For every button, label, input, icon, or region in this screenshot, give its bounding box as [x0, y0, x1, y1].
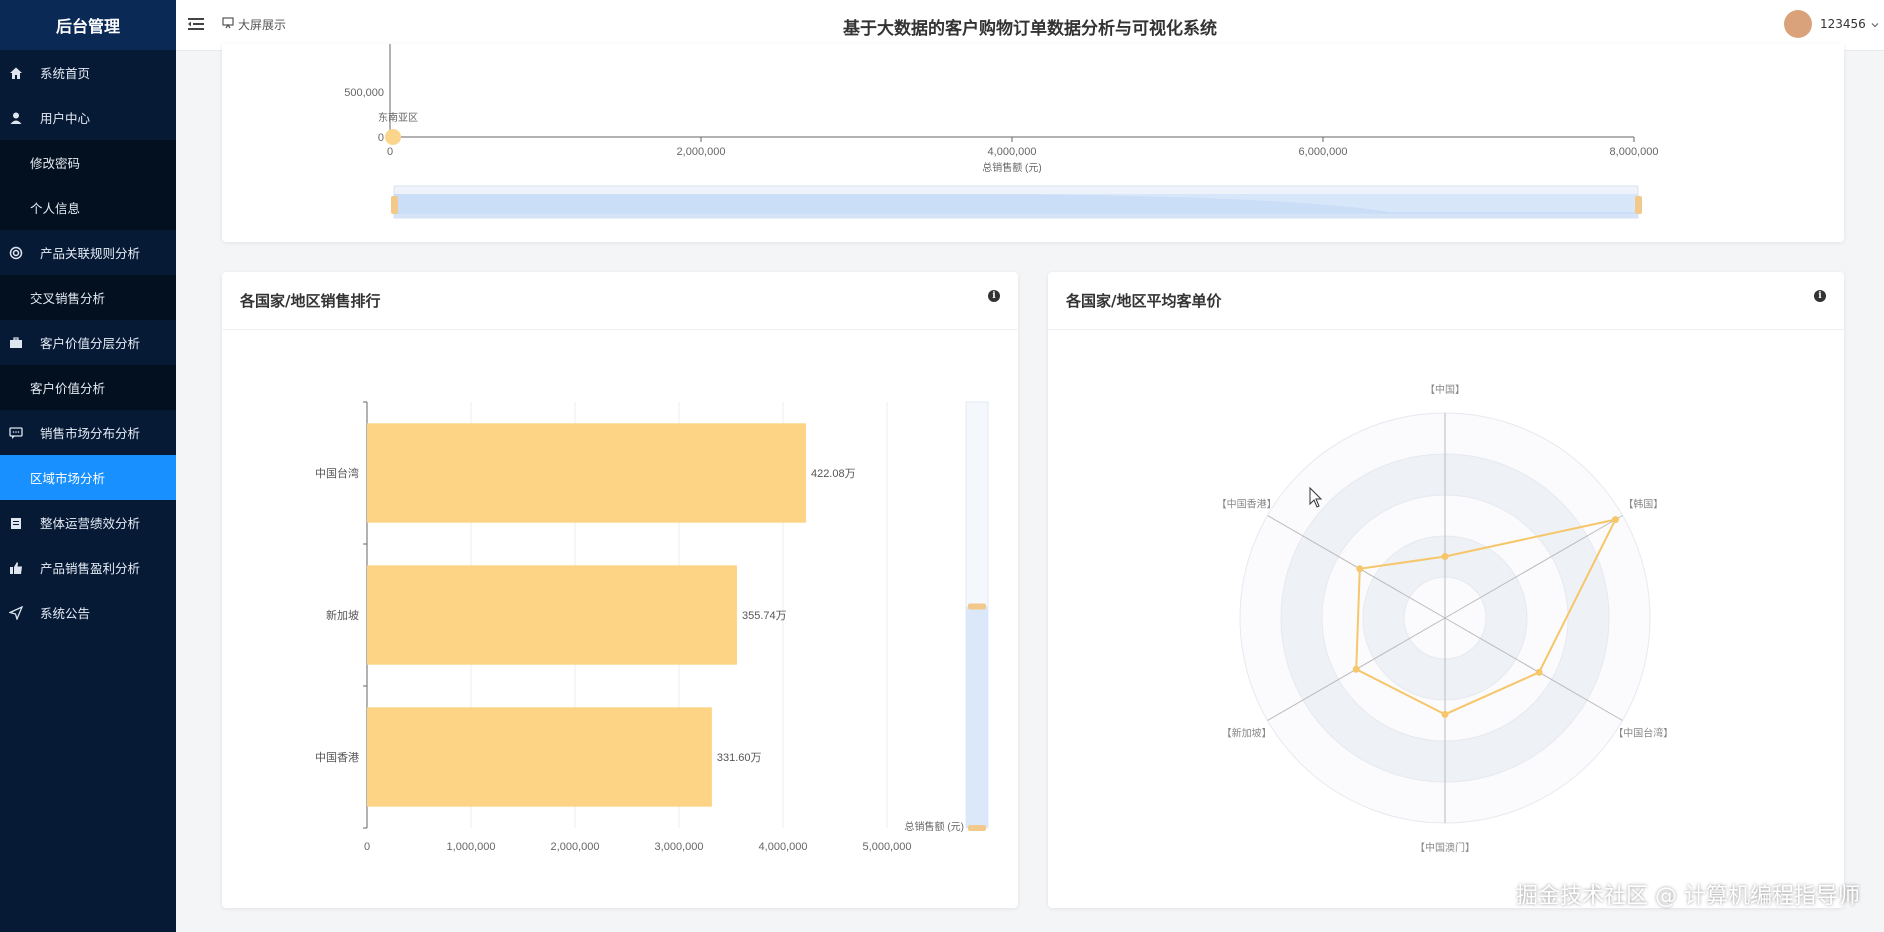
bar	[367, 565, 737, 665]
x-tick-label: 4,000,000	[988, 146, 1037, 158]
sidebar: 后台管理 系统首页 用户中心 修改密码 个人信息 产品关联规则分析 交叉销售分析 客户价值分…	[0, 0, 176, 932]
page-title: 基于大数据的客户购物订单数据分析与可视化系统	[843, 19, 1217, 39]
sidebar-item-label: 系统首页	[40, 66, 91, 81]
sidebar-item-0[interactable]: 系统首页	[0, 50, 176, 95]
sidebar-item-5[interactable]: 交叉销售分析	[0, 275, 176, 320]
x-tick-label: 2,000,000	[677, 146, 726, 158]
radar-point	[1611, 516, 1619, 524]
sidebar-item-8[interactable]: 销售市场分布分析	[0, 410, 176, 455]
radar-card: 各国家/地区平均客单价 i 【中国】 【韩国】 【中国台湾】 【中国澳门】 【新加坡】【…	[1048, 272, 1844, 908]
circle-icon	[8, 245, 24, 261]
sidebar-item-label: 交叉销售分析	[30, 291, 106, 306]
bar	[367, 707, 712, 807]
y-tick-label: 0	[378, 132, 384, 144]
sidebar-item-1[interactable]: 用户中心	[0, 95, 176, 140]
home-icon	[8, 65, 24, 81]
watermark: 掘金技术社区 @ 计算机编程指导师	[1516, 884, 1860, 909]
sidebar-item-label: 客户价值分析	[30, 381, 106, 396]
sidebar-item-10[interactable]: 整体运营绩效分析	[0, 500, 176, 545]
data-label: 422.08万	[811, 468, 856, 480]
x-axis-title: 总销售额 (元)	[905, 820, 964, 833]
sidebar-item-9[interactable]: 区域市场分析	[0, 455, 176, 500]
x-tick-label: 8,000,000	[1610, 146, 1659, 158]
x-tick-label: 0	[364, 841, 370, 853]
radar-point	[1441, 710, 1449, 718]
sidebar-item-label: 产品关联规则分析	[40, 246, 141, 261]
sidebar-item-label: 客户价值分层分析	[40, 336, 141, 351]
y-tick-label: 500,000	[344, 87, 384, 99]
sidebar-item-6[interactable]: 客户价值分层分析	[0, 320, 176, 365]
radar-indicator-label: 【中国】	[1425, 383, 1465, 396]
bar	[367, 423, 806, 523]
radar-indicator-label: 【新加坡】	[1222, 727, 1272, 740]
zoom-slider-window	[394, 194, 1638, 214]
sidebar-item-label: 产品销售盈利分析	[40, 561, 141, 576]
x-tick-label: 5,000,000	[863, 841, 912, 853]
sidebar-item-label: 区域市场分析	[30, 471, 106, 486]
sidebar-item-4[interactable]: 产品关联规则分析	[0, 230, 176, 275]
zoom-slider-window	[966, 606, 988, 828]
radar-point	[1352, 665, 1360, 673]
sidebar-item-label: 系统公告	[40, 606, 91, 621]
sidebar-item-label: 整体运营绩效分析	[40, 516, 141, 531]
clipboard-icon	[8, 515, 24, 531]
scatter-chart: 500,000 00 2,000,000 4,000,000 6,000,000 8,00…	[344, 44, 1659, 219]
send-icon	[8, 605, 24, 621]
category-label: 新加坡	[326, 608, 359, 622]
x-tick-label: 6,000,000	[1299, 146, 1348, 158]
x-tick-label: 2,000,000	[551, 841, 600, 853]
sidebar-item-11[interactable]: 产品销售盈利分析	[0, 545, 176, 590]
zoom-handle-right	[1635, 196, 1642, 214]
scatter-point-label: 东南亚区	[378, 111, 418, 124]
zoom-handle-bottom	[968, 825, 986, 831]
user-icon	[8, 110, 24, 126]
data-label: 331.60万	[717, 752, 762, 764]
scatter-point	[385, 129, 401, 145]
x-tick-label: 3,000,000	[655, 841, 704, 853]
avatar[interactable]	[1784, 10, 1812, 38]
category-label: 中国台湾	[315, 466, 359, 480]
radar-indicator-label: 【韩国】	[1623, 498, 1663, 511]
radar-point	[1535, 668, 1543, 676]
sidebar-item-2[interactable]: 修改密码	[0, 140, 176, 185]
briefcase-icon	[8, 335, 24, 351]
radar-indicator-label: 【中国台湾】	[1613, 727, 1673, 740]
x-tick-label: 4,000,000	[759, 841, 808, 853]
radar-point	[1356, 565, 1364, 573]
sidebar-item-3[interactable]: 个人信息	[0, 185, 176, 230]
sidebar-item-label: 用户中心	[40, 111, 91, 126]
radar-indicator-label: 【中国澳门】	[1415, 841, 1475, 854]
brand-title: 后台管理	[0, 0, 176, 50]
radar-chart: 【中国】【韩国】【中国台湾】【中国澳门】 【新加坡】 【中国香港】	[1217, 383, 1674, 854]
thumb-icon	[8, 560, 24, 576]
sidebar-item-label: 修改密码	[30, 156, 81, 171]
radar-point	[1441, 553, 1449, 560]
chevron-down-icon[interactable]	[1870, 15, 1880, 34]
radar-indicator-label: 【中国香港】	[1217, 498, 1277, 511]
sidebar-menu: 系统首页用户中心修改密码个人信息产品关联规则分析交叉销售分析客户价值分层分析客户…	[0, 50, 176, 635]
username[interactable]: 123456	[1820, 17, 1866, 31]
sidebar-item-label: 个人信息	[30, 201, 81, 216]
zoom-handle-top	[968, 603, 986, 610]
scatter-card: 500,000 0 0 2,000,000 4,000,000 6,000,000 8,00…	[222, 44, 1844, 242]
zoom-handle-left	[391, 196, 398, 214]
bar-chart: 0 1,000,000 2,000,000 3,000,000 4,000,000 5,0…	[315, 401, 989, 853]
chat-icon	[8, 425, 24, 441]
x-axis-title: 总销售额 (元)	[982, 161, 1041, 174]
x-tick-label: 1,000,000	[447, 841, 496, 853]
data-label: 355.74万	[742, 610, 787, 622]
sidebar-item-7[interactable]: 客户价值分析	[0, 365, 176, 410]
x-tick-label: 0	[387, 146, 393, 158]
sidebar-item-12[interactable]: 系统公告	[0, 590, 176, 635]
bar-card: 各国家/地区销售排行 i 0 1,000,000 2,000,000 3,000,00…	[222, 272, 1018, 908]
category-label: 中国香港	[315, 751, 359, 764]
sidebar-item-label: 销售市场分布分析	[40, 426, 141, 441]
